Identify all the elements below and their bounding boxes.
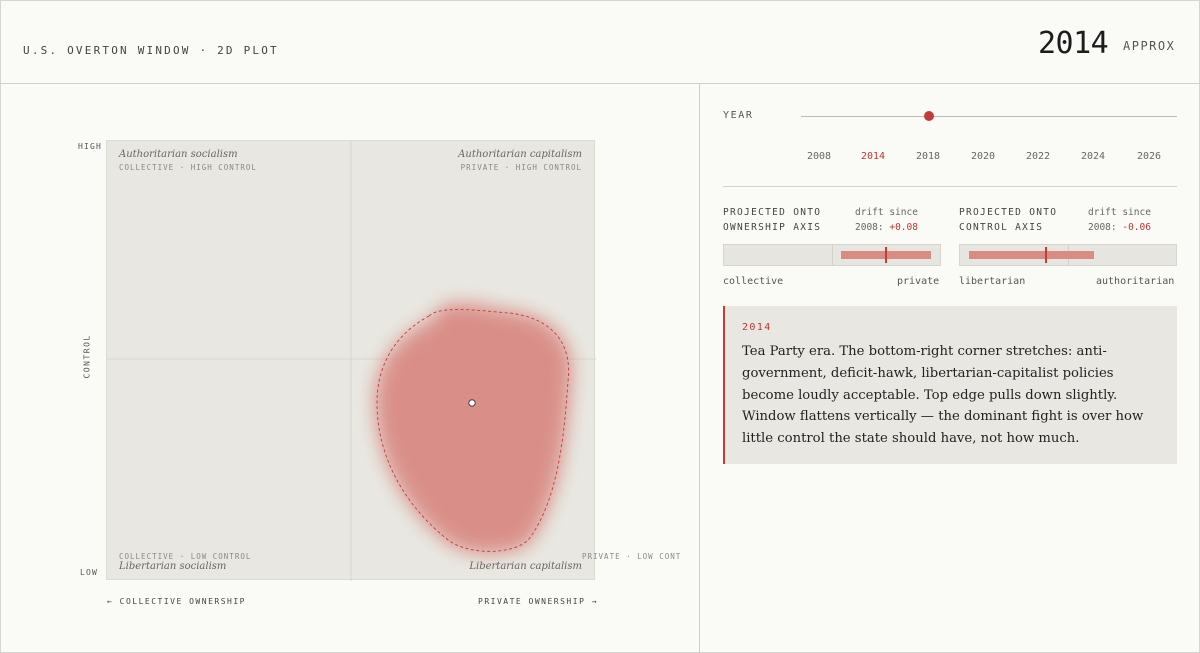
quadrant-title-bottom-left: Libertarian socialism — [119, 561, 227, 572]
control-right-label: authoritarian — [1096, 276, 1175, 287]
year-slider-track[interactable] — [801, 116, 1177, 117]
control-drift-line1: drift since — [1088, 207, 1151, 218]
ownership-bar-center — [832, 245, 833, 265]
control-drift: drift since 2008: -0.06 — [1088, 205, 1151, 235]
section-divider — [723, 186, 1177, 187]
current-year-display: 2014 — [1038, 26, 1109, 61]
control-projection-title: PROJECTED ONTO CONTROL AXIS — [959, 205, 1057, 235]
axis-private-label: PRIVATE OWNERSHIP → — [478, 597, 599, 606]
year-tick-2014[interactable]: 2014 — [861, 151, 885, 162]
year-tick-2026[interactable]: 2026 — [1137, 151, 1161, 162]
ownership-right-label: private — [897, 276, 940, 287]
ownership-drift-line1: drift since — [855, 207, 918, 218]
control-left-label: libertarian — [959, 276, 1026, 287]
ownership-title-line1: PROJECTED ONTO — [723, 207, 822, 218]
ownership-projection-title: PROJECTED ONTO OWNERSHIP AXIS — [723, 205, 821, 235]
control-title-line2: CONTROL AXIS — [959, 222, 1044, 233]
control-projection-bar — [959, 244, 1177, 266]
control-title-line1: PROJECTED ONTO — [959, 207, 1058, 218]
app-title: U.S. OVERTON WINDOW · 2D PLOT — [23, 44, 279, 57]
year-tick-2020[interactable]: 2020 — [971, 151, 995, 162]
quadrant-title-top-left: Authoritarian socialism — [119, 149, 238, 160]
header: U.S. OVERTON WINDOW · 2D PLOT 2014 APPRO… — [0, 0, 1200, 84]
axis-control-label: CONTROL — [82, 334, 92, 379]
ownership-drift: drift since 2008: +0.08 — [855, 205, 918, 235]
control-drift-prefix: 2008: — [1088, 222, 1117, 233]
approx-label: APPROX — [1123, 39, 1176, 53]
ownership-drift-value: +0.08 — [889, 222, 918, 233]
control-drift-value: -0.06 — [1122, 222, 1151, 233]
plot-canvas — [107, 141, 596, 581]
quadrant-title-bottom-right: Libertarian capitalism — [469, 561, 582, 572]
year-slider-handle[interactable] — [923, 111, 934, 121]
axis-low-label: LOW — [80, 568, 99, 577]
ownership-title-line2: OWNERSHIP AXIS — [723, 222, 822, 233]
year-tick-2008[interactable]: 2008 — [807, 151, 831, 162]
note-text: Tea Party era. The bottom-right corner s… — [742, 344, 1144, 447]
axis-collective-label: ← COLLECTIVE OWNERSHIP — [107, 597, 246, 606]
plot-pane: HIGH LOW CONTROL ← COLLECTIVE OWNERSHIP … — [0, 84, 700, 653]
year-tick-2024[interactable]: 2024 — [1081, 151, 1105, 162]
quadrant-title-top-right: Authoritarian capitalism — [458, 149, 582, 160]
window-center-marker[interactable] — [468, 399, 476, 407]
control-bar-range — [968, 251, 1094, 259]
axis-high-label: HIGH — [78, 142, 103, 151]
year-note-card: 2014 Tea Party era. The bottom-right cor… — [723, 306, 1177, 464]
overton-plot[interactable]: Authoritarian socialism COLLECTIVE · HIG… — [106, 140, 680, 581]
ownership-drift-prefix: 2008: — [855, 222, 884, 233]
quadrant-sub-top-left: COLLECTIVE · HIGH CONTROL — [119, 163, 257, 172]
control-bar-marker — [1045, 247, 1048, 263]
ownership-bar-marker — [885, 247, 887, 263]
quadrant-sub-top-right: PRIVATE · HIGH CONTROL — [460, 163, 582, 172]
ownership-projection-bar — [723, 244, 941, 266]
quadrant-sub-bottom-right: PRIVATE · LOW CONT — [582, 552, 682, 561]
year-tick-2022[interactable]: 2022 — [1026, 151, 1050, 162]
quadrant-sub-bottom-left: COLLECTIVE · LOW CONTROL — [119, 552, 252, 561]
note-year: 2014 — [742, 322, 772, 333]
year-slider-label: YEAR — [723, 110, 754, 121]
ownership-left-label: collective — [723, 276, 784, 287]
year-tick-2018[interactable]: 2018 — [916, 151, 940, 162]
